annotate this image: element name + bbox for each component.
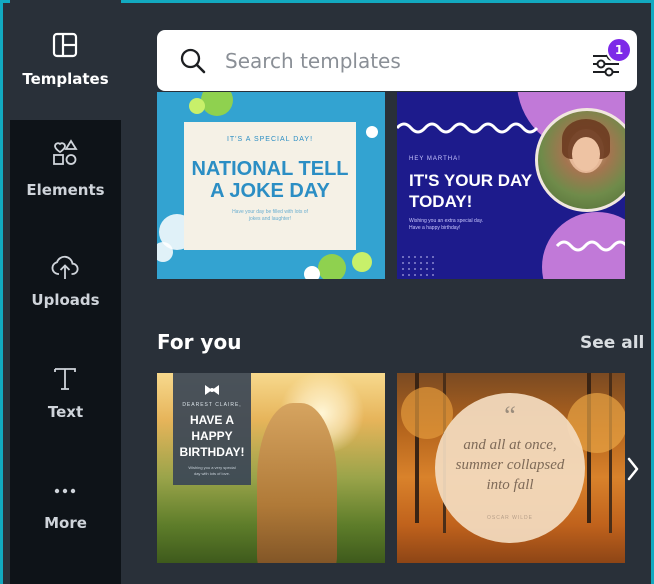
template-card-birthday-purple[interactable]: HEY MARTHA! IT'S YOUR DAY TODAY! Wishing… bbox=[397, 92, 625, 279]
quote-line3: into fall bbox=[486, 477, 534, 493]
card-title-line2: HAPPY bbox=[191, 429, 233, 443]
sidebar-item-more[interactable]: More bbox=[10, 462, 121, 566]
more-dots-icon bbox=[54, 488, 76, 494]
card-title-line1: HAVE A bbox=[189, 413, 234, 427]
filter-count-badge: 1 bbox=[606, 37, 632, 63]
for-you-card-quote[interactable]: “ and all at once, summer collapsed into… bbox=[397, 373, 625, 563]
search-icon bbox=[180, 48, 206, 74]
card-title-line1: NATIONAL TELL bbox=[191, 158, 349, 180]
quote-mark: “ bbox=[504, 401, 516, 430]
card-subtitle-line2: day with lots of love. bbox=[193, 471, 231, 476]
card-kicker: DEAREST CLAIRE, bbox=[182, 402, 242, 408]
card-subtitle-line1: Wishing you a very special bbox=[188, 465, 236, 470]
quote-line2: summer collapsed bbox=[455, 457, 565, 473]
card-kicker: IT'S A SPECIAL DAY! bbox=[226, 136, 314, 143]
card-kicker: HEY MARTHA! bbox=[409, 156, 461, 162]
upload-cloud-icon bbox=[51, 255, 79, 279]
text-icon bbox=[54, 368, 76, 390]
sidebar-item-label: Templates bbox=[22, 70, 109, 88]
card-subtitle-line1: Wishing you an extra special day. bbox=[409, 218, 484, 224]
sidebar-item-label: Uploads bbox=[31, 291, 100, 309]
card-subtitle-line2: jokes and laughter! bbox=[248, 216, 292, 222]
sidebar-item-text[interactable]: Text bbox=[10, 350, 121, 454]
card-title-line2: A JOKE DAY bbox=[210, 180, 330, 202]
chevron-right-icon[interactable] bbox=[624, 454, 642, 484]
for-you-card-birthday[interactable]: DEAREST CLAIRE, HAVE A HAPPY BIRTHDAY! W… bbox=[157, 373, 385, 563]
card-title-line1: IT'S YOUR DAY bbox=[409, 171, 533, 190]
person-silhouette bbox=[257, 403, 337, 563]
sidebar-item-templates[interactable]: Templates bbox=[10, 16, 121, 120]
sidebar-item-label: Elements bbox=[26, 181, 105, 199]
search-input[interactable] bbox=[223, 44, 567, 78]
sidebar-item-label: More bbox=[44, 514, 87, 532]
see-all-link[interactable]: See all bbox=[580, 333, 644, 353]
section-title-for-you: For you bbox=[157, 330, 242, 354]
filter-button[interactable]: 1 bbox=[589, 37, 632, 82]
templates-icon bbox=[52, 32, 78, 58]
quote-line1: and all at once, bbox=[463, 437, 557, 453]
quote-author: OSCAR WILDE bbox=[486, 515, 533, 521]
sidebar-item-elements[interactable]: Elements bbox=[10, 126, 121, 230]
search-bar[interactable]: 1 bbox=[157, 30, 637, 91]
bow-icon bbox=[205, 385, 219, 395]
sidebar-item-uploads[interactable]: Uploads bbox=[10, 238, 121, 342]
card-subtitle-line1: Have your day be filled with lots of bbox=[232, 209, 308, 215]
card-title-line3: BIRTHDAY! bbox=[179, 445, 245, 459]
sidebar-item-label: Text bbox=[47, 403, 84, 421]
card-title-line2: TODAY! bbox=[409, 192, 473, 211]
elements-icon bbox=[53, 139, 78, 165]
card-subtitle-line2: Have a happy birthday! bbox=[409, 225, 461, 231]
template-card-joke-day[interactable]: IT'S A SPECIAL DAY! NATIONAL TELL A JOKE… bbox=[157, 92, 385, 279]
